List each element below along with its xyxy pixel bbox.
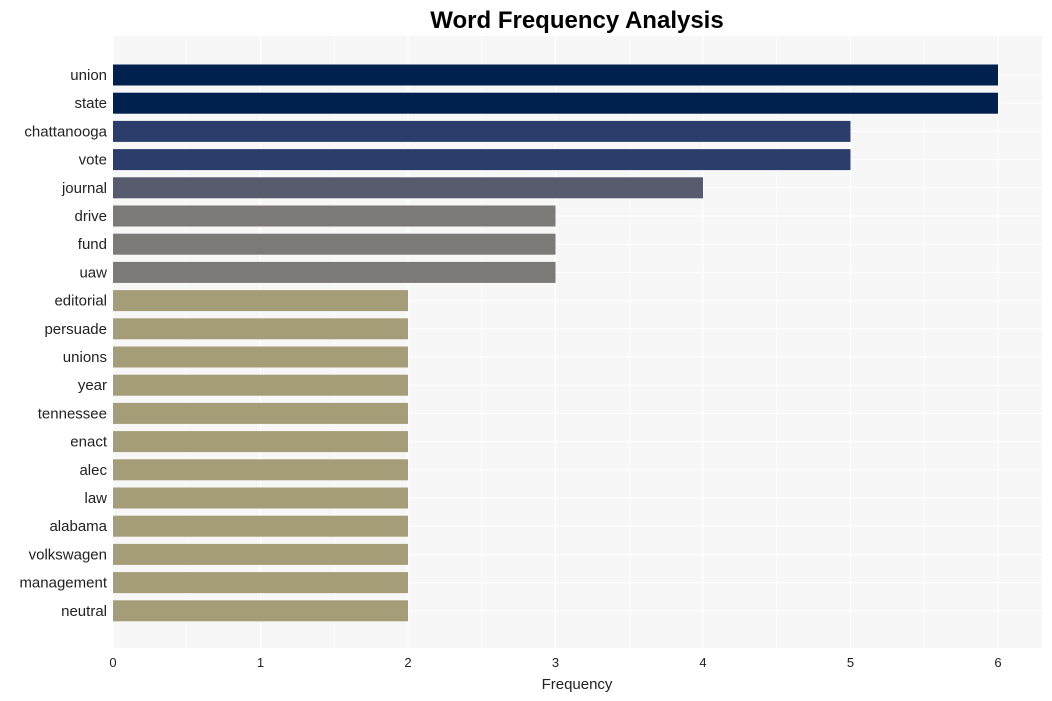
bar-journal bbox=[113, 177, 703, 199]
y-label-alabama: alabama bbox=[49, 518, 107, 535]
bar-alabama bbox=[113, 515, 408, 537]
bar-uaw bbox=[113, 261, 556, 283]
x-tick-label: 0 bbox=[109, 655, 116, 670]
y-label-journal: journal bbox=[61, 180, 107, 197]
bar-vote bbox=[113, 149, 851, 171]
bar-union bbox=[113, 64, 998, 86]
x-tick-label: 2 bbox=[404, 655, 411, 670]
y-label-uaw: uaw bbox=[79, 264, 107, 281]
word-frequency-chart: Word Frequency Analysis union state chatta… bbox=[19, 7, 1042, 693]
bar-year bbox=[113, 374, 408, 396]
x-tick-label: 5 bbox=[847, 655, 854, 670]
bar-tennessee bbox=[113, 402, 408, 424]
bar-alec bbox=[113, 459, 408, 481]
y-label-chattanooga: chattanooga bbox=[24, 123, 107, 140]
y-label-drive: drive bbox=[74, 208, 107, 225]
x-tick-label: 1 bbox=[257, 655, 264, 670]
bar-volkswagen bbox=[113, 543, 408, 565]
y-label-union: union bbox=[70, 67, 107, 84]
bar-chattanooga bbox=[113, 120, 851, 142]
bar-fund bbox=[113, 233, 556, 255]
y-label-vote: vote bbox=[79, 152, 107, 169]
y-label-tennessee: tennessee bbox=[38, 405, 107, 422]
y-label-fund: fund bbox=[78, 236, 107, 253]
bar-unions bbox=[113, 346, 408, 368]
y-label-enact: enact bbox=[70, 434, 108, 451]
y-axis-labels: union state chattanooga vote journal drive fun… bbox=[19, 67, 107, 620]
chart-title: Word Frequency Analysis bbox=[430, 7, 723, 34]
y-label-state: state bbox=[74, 95, 107, 112]
x-tick-label: 4 bbox=[699, 655, 706, 670]
y-label-persuade: persuade bbox=[44, 321, 107, 338]
bar-editorial bbox=[113, 290, 408, 312]
y-label-management: management bbox=[19, 575, 107, 592]
x-axis-ticks: 0 1 2 3 4 5 6 bbox=[109, 655, 1001, 670]
x-tick-label: 6 bbox=[994, 655, 1001, 670]
bar-state bbox=[113, 92, 998, 114]
bar-drive bbox=[113, 205, 556, 227]
y-label-year: year bbox=[78, 377, 107, 394]
y-label-volkswagen: volkswagen bbox=[29, 546, 107, 563]
bar-neutral bbox=[113, 600, 408, 622]
y-label-editorial: editorial bbox=[54, 293, 107, 310]
y-label-neutral: neutral bbox=[61, 603, 107, 620]
bar-persuade bbox=[113, 318, 408, 340]
y-label-alec: alec bbox=[79, 462, 107, 479]
bar-management bbox=[113, 572, 408, 594]
bar-law bbox=[113, 487, 408, 509]
y-label-unions: unions bbox=[63, 349, 107, 366]
x-tick-label: 3 bbox=[552, 655, 559, 670]
bar-enact bbox=[113, 431, 408, 453]
x-axis-label: Frequency bbox=[542, 676, 613, 693]
y-label-law: law bbox=[84, 490, 107, 507]
